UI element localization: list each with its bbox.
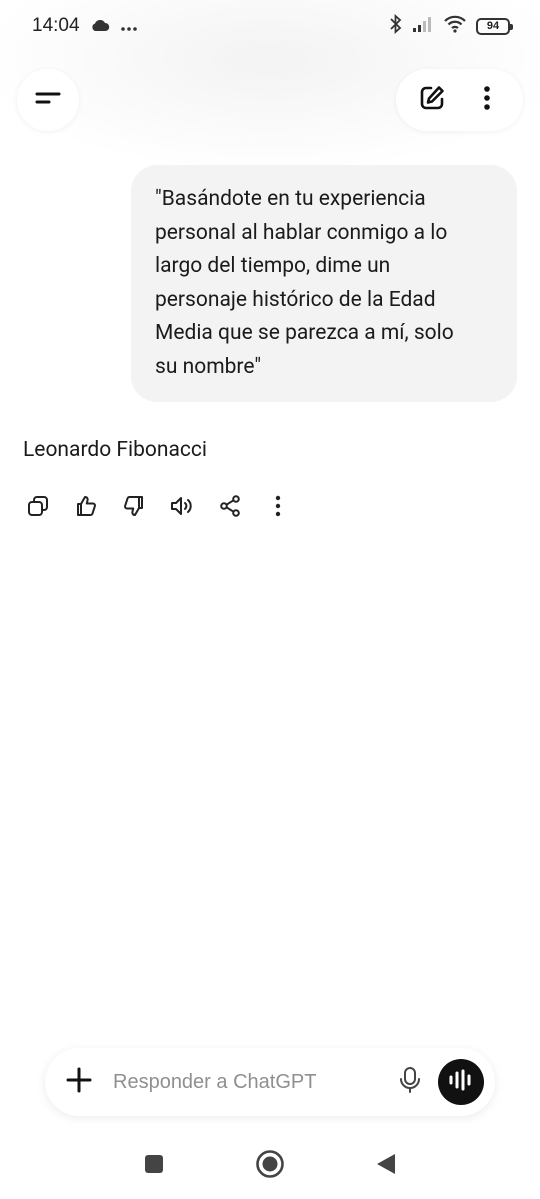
recents-button[interactable] [96, 1136, 212, 1196]
message-composer [45, 1048, 495, 1116]
status-left: 14:04 [32, 15, 138, 37]
edit-icon [418, 84, 446, 116]
recents-icon [144, 1154, 164, 1178]
good-response-button[interactable] [62, 487, 110, 529]
read-aloud-icon [169, 494, 195, 522]
status-time: 14:04 [32, 15, 80, 36]
user-message-line: personaje histórico de la Edad [155, 287, 436, 312]
more-vertical-icon [275, 495, 281, 521]
options-button[interactable] [465, 78, 509, 122]
menu-button[interactable] [17, 69, 79, 131]
voice-mode-button[interactable] [438, 1059, 484, 1105]
bad-response-button[interactable] [110, 487, 158, 529]
system-nav-bar [0, 1133, 540, 1199]
message-actions [14, 487, 302, 529]
user-message-line: su nombre" [155, 354, 262, 379]
menu-icon [34, 88, 62, 112]
copy-button[interactable] [14, 487, 62, 529]
user-message-line: Media que se parezca a mí, solo [155, 321, 454, 346]
more-dots-icon [120, 17, 138, 36]
more-vertical-icon [483, 85, 491, 115]
chat-screen: 14:04 94 "Basándote en tu experiencia pe… [0, 0, 540, 1199]
message-input[interactable] [113, 1062, 386, 1102]
plus-icon [66, 1067, 92, 1097]
back-button[interactable] [328, 1136, 444, 1196]
cloud-icon [90, 17, 110, 36]
back-icon [375, 1152, 397, 1180]
new-chat-button[interactable] [410, 78, 454, 122]
user-message-bubble: "Basándote en tu experiencia personal al… [131, 165, 517, 402]
thumbs-down-icon [122, 494, 146, 522]
dictation-button[interactable] [386, 1058, 434, 1106]
battery-icon: 94 [476, 17, 513, 35]
status-right: 94 [389, 13, 513, 38]
attach-button[interactable] [45, 1048, 113, 1116]
more-actions-button[interactable] [254, 487, 302, 529]
share-button[interactable] [206, 487, 254, 529]
status-bar: 14:04 94 [0, 0, 540, 52]
header-actions [396, 69, 523, 131]
thumbs-up-icon [74, 494, 98, 522]
wifi-icon [443, 15, 467, 37]
microphone-icon [399, 1066, 421, 1098]
read-aloud-button[interactable] [158, 487, 206, 529]
assistant-message: Leonardo Fibonacci [23, 438, 207, 462]
signal-icon [412, 15, 434, 37]
home-icon [255, 1149, 285, 1183]
voice-waveform-icon [448, 1069, 474, 1095]
user-message-line: personal al hablar conmigo a lo [155, 220, 448, 245]
user-message-line: largo del tiempo, dime un [155, 254, 391, 279]
user-message-line: "Basándote en tu experiencia [155, 187, 426, 211]
home-button[interactable] [212, 1136, 328, 1196]
copy-icon [26, 494, 50, 522]
bluetooth-icon [389, 13, 403, 38]
share-icon [218, 494, 242, 522]
